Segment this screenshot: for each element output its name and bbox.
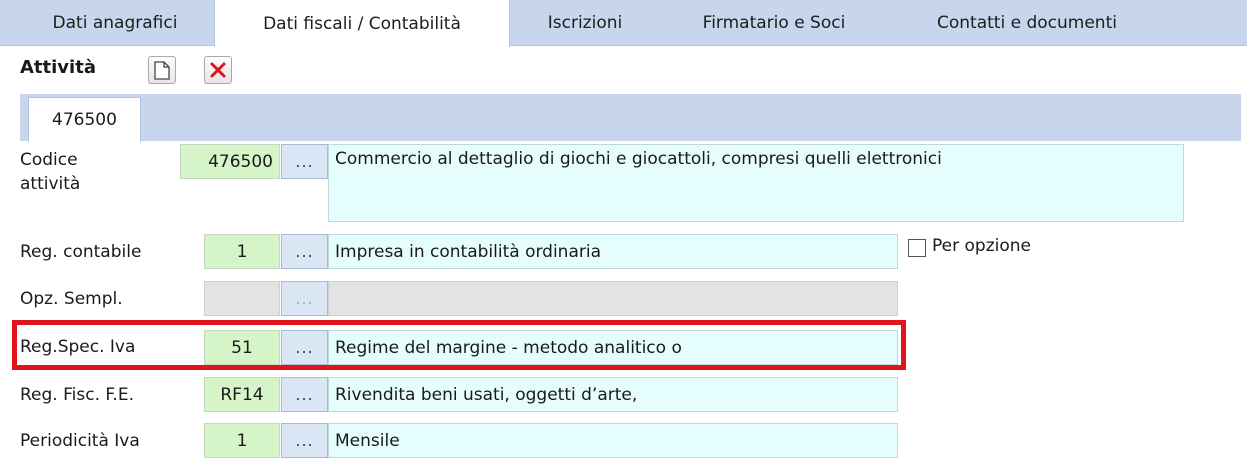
reg-fisc-fe-code-field[interactable]: RF14 — [204, 377, 280, 412]
subtab-activity-code[interactable]: 476500 — [28, 97, 141, 142]
tab-iscrizioni[interactable]: Iscrizioni — [522, 0, 648, 46]
delete-button[interactable] — [204, 56, 232, 84]
delete-x-icon — [210, 62, 226, 78]
new-document-button[interactable] — [148, 56, 176, 84]
codice-attivita-label-line2: attività — [20, 174, 81, 194]
tab-contatti-documenti[interactable]: Contatti e documenti — [896, 0, 1158, 46]
reg-contabile-lookup-button[interactable]: ... — [281, 234, 328, 269]
subtab-strip — [20, 94, 1241, 141]
periodicita-iva-lookup-button[interactable]: ... — [281, 423, 328, 458]
reg-contabile-label: Reg. contabile — [20, 242, 142, 262]
reg-fisc-fe-lookup-button[interactable]: ... — [281, 377, 328, 412]
reg-fisc-fe-label: Reg. Fisc. F.E. — [20, 385, 134, 405]
new-document-icon — [154, 60, 170, 80]
opz-sempl-lookup-button[interactable]: ... — [281, 281, 328, 316]
per-opzione-checkbox[interactable] — [908, 239, 926, 257]
codice-attivita-code-field[interactable]: 476500 — [180, 144, 280, 179]
periodicita-iva-code-field[interactable]: 1 — [204, 423, 280, 458]
highlight-box — [12, 320, 906, 370]
periodicita-iva-description[interactable]: Mensile — [328, 423, 898, 458]
reg-fisc-fe-description[interactable]: Rivendita beni usati, oggetti d’arte, — [328, 377, 898, 412]
section-title: Attività — [20, 57, 96, 78]
tab-dati-fiscali[interactable]: Dati fiscali / Contabilità — [214, 0, 510, 47]
periodicita-iva-label: Periodicità Iva — [20, 431, 140, 451]
reg-contabile-code-field[interactable]: 1 — [204, 234, 280, 269]
codice-attivita-lookup-button[interactable]: ... — [281, 144, 328, 179]
codice-attivita-description[interactable]: Commercio al dettaglio di giochi e gioca… — [328, 144, 1184, 222]
opz-sempl-label: Opz. Sempl. — [20, 289, 123, 309]
opz-sempl-description[interactable] — [328, 281, 898, 316]
tab-firmatario-soci[interactable]: Firmatario e Soci — [662, 0, 886, 46]
per-opzione-label: Per opzione — [932, 236, 1031, 256]
opz-sempl-code-field[interactable] — [204, 281, 280, 316]
codice-attivita-label: Codice attività — [20, 148, 80, 196]
tab-dati-anagrafici[interactable]: Dati anagrafici — [18, 0, 212, 46]
codice-attivita-label-line1: Codice — [20, 150, 78, 170]
reg-contabile-description[interactable]: Impresa in contabilità ordinaria — [328, 234, 898, 269]
